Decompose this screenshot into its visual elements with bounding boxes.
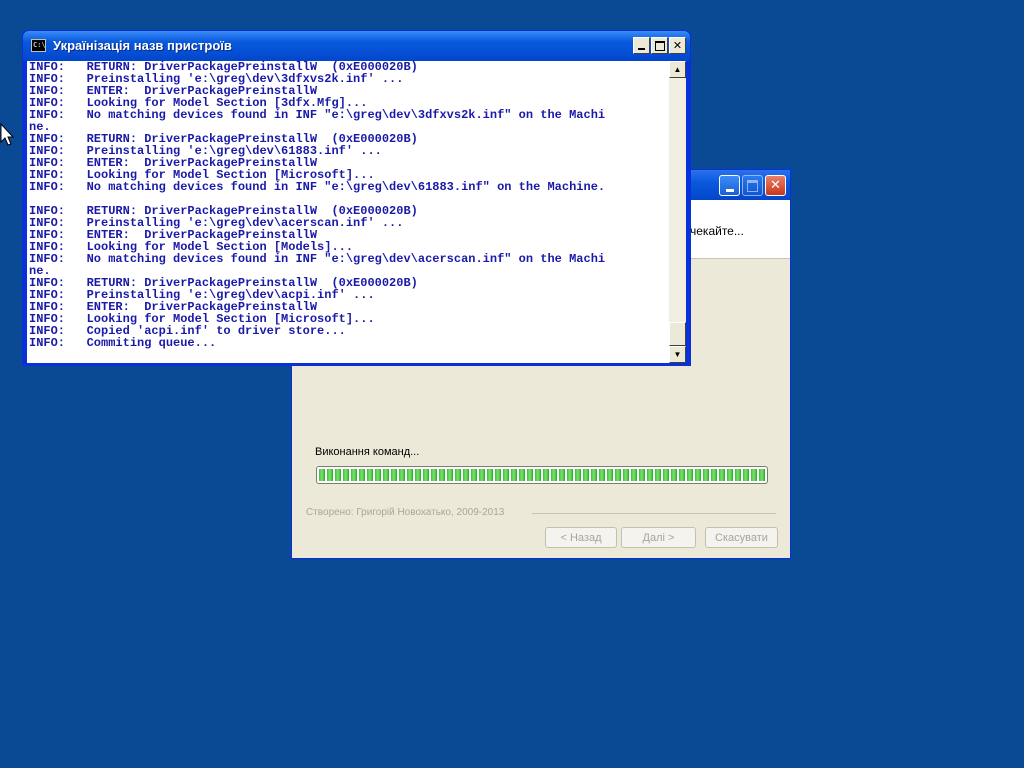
maximize-icon [654, 40, 665, 51]
console-line: INFO: Commiting queue... [29, 336, 217, 350]
wizard-minimize-button[interactable] [719, 175, 740, 196]
minimize-icon [725, 188, 734, 192]
console-maximize-button[interactable] [651, 37, 668, 54]
console-line: INFO: No matching devices found in INF "… [29, 180, 606, 194]
scrollbar-thumb[interactable] [669, 322, 686, 346]
cancel-button[interactable]: Скасувати [705, 527, 778, 548]
console-icon: C:\ [31, 39, 46, 52]
scroll-down-arrow-icon[interactable]: ▼ [669, 346, 686, 363]
wizard-status-text: чекайте... [690, 224, 744, 238]
wizard-maximize-button [742, 175, 763, 196]
console-line: INFO: No matching devices found in INF "… [29, 252, 606, 266]
console-scrollbar[interactable]: ▲ ▼ [669, 61, 686, 363]
divider [532, 513, 776, 514]
next-button[interactable]: Далі > [621, 527, 696, 548]
console-line: INFO: No matching devices found in INF "… [29, 108, 606, 122]
console-output[interactable]: INFO: RETURN: DriverPackagePreinstallW (… [27, 61, 670, 363]
back-button[interactable]: < Назад [545, 527, 617, 548]
progress-bar [316, 466, 768, 484]
progress-label: Виконання команд... [315, 446, 420, 458]
close-icon: ✕ [672, 39, 683, 52]
progress-bar-fill [319, 469, 765, 481]
console-window: C:\ Українізація назв пристроїв ✕ INFO: … [22, 30, 691, 366]
console-minimize-button[interactable] [633, 37, 650, 54]
close-icon: ✕ [770, 178, 781, 193]
scroll-up-arrow-icon[interactable]: ▲ [669, 61, 686, 78]
minimize-icon [638, 48, 645, 50]
console-title-bar[interactable]: C:\ Українізація назв пристроїв ✕ [23, 31, 690, 61]
mouse-pointer-icon [0, 123, 15, 146]
wizard-close-button[interactable]: ✕ [765, 175, 786, 196]
console-close-button[interactable]: ✕ [669, 37, 686, 54]
maximize-icon [747, 179, 758, 192]
credit-text: Створено: Григорій Новохатько, 2009-2013 [306, 507, 505, 518]
console-title: Українізація назв пристроїв [53, 38, 232, 53]
